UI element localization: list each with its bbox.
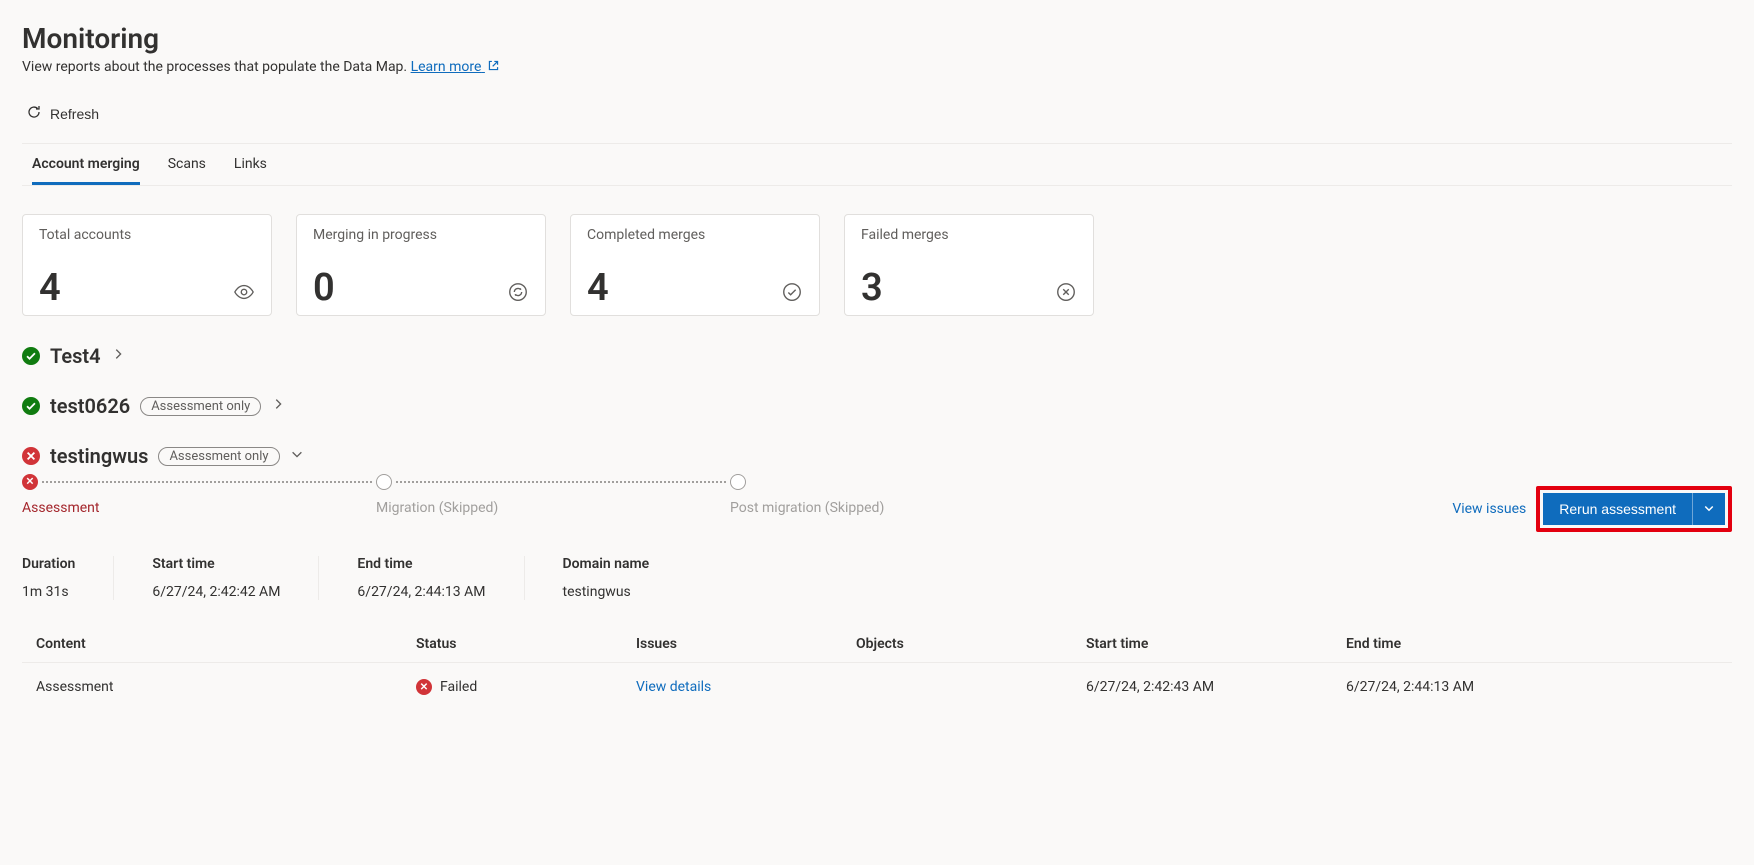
col-status[interactable]: Status	[416, 636, 636, 652]
step-post-migration: Post migration (Skipped)	[730, 474, 884, 516]
chevron-down-icon	[290, 447, 304, 465]
step-migration: Migration (Skipped)	[376, 474, 730, 516]
col-end-time[interactable]: End time	[1346, 636, 1718, 652]
card-completed-merges[interactable]: Completed merges 4	[570, 214, 820, 316]
duration-value: 1m 31s	[22, 584, 75, 600]
col-content[interactable]: Content	[36, 636, 416, 652]
card-value: 4	[39, 269, 61, 307]
table-row: Assessment ✕ Failed View details 6/27/24…	[22, 663, 1732, 705]
accounts-list: Test4 test0626 Assessment only testingwu…	[22, 344, 1732, 705]
card-label: Merging in progress	[313, 227, 529, 243]
card-value: 0	[313, 269, 335, 307]
step-connector	[396, 481, 726, 483]
card-value: 4	[587, 269, 609, 307]
end-time-label: End time	[357, 556, 485, 572]
start-time-value: 6/27/24, 2:42:42 AM	[152, 584, 280, 600]
card-label: Completed merges	[587, 227, 803, 243]
page-title: Monitoring	[22, 22, 1732, 55]
detail-summary-grid: Duration 1m 31s Start time 6/27/24, 2:42…	[22, 556, 1732, 600]
error-icon: ✕	[416, 679, 432, 695]
detail-table: Content Status Issues Objects Start time…	[22, 626, 1732, 705]
col-start-time[interactable]: Start time	[1086, 636, 1346, 652]
sync-icon	[507, 281, 529, 307]
duration-label: Duration	[22, 556, 75, 572]
success-icon	[22, 347, 40, 365]
cell-start-time: 6/27/24, 2:42:43 AM	[1086, 679, 1346, 695]
card-value: 3	[861, 269, 883, 307]
card-label: Total accounts	[39, 227, 255, 243]
domain-name-label: Domain name	[563, 556, 650, 572]
subtitle-text: View reports about the processes that po…	[22, 59, 411, 75]
account-row-test0626[interactable]: test0626 Assessment only	[22, 394, 1732, 418]
col-issues[interactable]: Issues	[636, 636, 856, 652]
error-icon	[22, 447, 40, 465]
step-label: Post migration (Skipped)	[730, 500, 884, 516]
end-time-value: 6/27/24, 2:44:13 AM	[357, 584, 485, 600]
account-row-testingwus[interactable]: testingwus Assessment only	[22, 444, 1732, 468]
cell-status: ✕ Failed	[416, 679, 636, 695]
chevron-right-icon	[111, 347, 125, 365]
step-connector	[42, 481, 372, 483]
action-bar: View issues Rerun assessment	[1452, 474, 1732, 532]
refresh-label: Refresh	[50, 106, 99, 122]
eye-icon	[233, 281, 255, 307]
chevron-right-icon	[271, 397, 285, 415]
step-dot-icon	[730, 474, 746, 490]
rerun-assessment-button[interactable]: Rerun assessment	[1543, 493, 1693, 525]
tab-bar: Account merging Scans Links	[22, 144, 1732, 186]
refresh-button[interactable]: Refresh	[22, 98, 103, 129]
rerun-assessment-split-button: Rerun assessment	[1543, 493, 1725, 525]
step-dot-error-icon	[22, 474, 38, 490]
table-header-row: Content Status Issues Objects Start time…	[22, 626, 1732, 663]
cell-end-time: 6/27/24, 2:44:13 AM	[1346, 679, 1718, 695]
check-circle-icon	[781, 281, 803, 307]
progress-steps: Assessment Migration (Skipped) Post	[22, 474, 884, 516]
col-objects[interactable]: Objects	[856, 636, 1086, 652]
account-row-test4[interactable]: Test4	[22, 344, 1732, 368]
step-label: Assessment	[22, 500, 99, 516]
refresh-icon	[26, 104, 42, 123]
tab-links[interactable]: Links	[234, 144, 267, 185]
cell-content: Assessment	[36, 679, 416, 695]
account-name: test0626	[50, 394, 130, 418]
tab-scans[interactable]: Scans	[168, 144, 206, 185]
start-time-label: Start time	[152, 556, 280, 572]
success-icon	[22, 397, 40, 415]
progress-stepper-row: Assessment Migration (Skipped) Post	[22, 474, 1732, 532]
status-text: Failed	[440, 679, 477, 695]
assessment-only-badge: Assessment only	[140, 397, 261, 416]
page-subtitle: View reports about the processes that po…	[22, 59, 1732, 76]
card-merging-in-progress[interactable]: Merging in progress 0	[296, 214, 546, 316]
card-failed-merges[interactable]: Failed merges 3	[844, 214, 1094, 316]
view-details-link[interactable]: View details	[636, 679, 711, 695]
step-assessment: Assessment	[22, 474, 376, 516]
expanded-account-detail: Assessment Migration (Skipped) Post	[22, 474, 1732, 705]
account-name: Test4	[50, 344, 101, 368]
tab-account-merging[interactable]: Account merging	[32, 144, 140, 185]
view-issues-link[interactable]: View issues	[1452, 501, 1526, 517]
card-label: Failed merges	[861, 227, 1077, 243]
learn-more-link[interactable]: Learn more	[411, 59, 500, 75]
command-bar: Refresh	[22, 98, 1732, 144]
card-total-accounts[interactable]: Total accounts 4	[22, 214, 272, 316]
assessment-only-badge: Assessment only	[158, 447, 279, 466]
x-circle-icon	[1055, 281, 1077, 307]
domain-name-value: testingwus	[563, 584, 650, 600]
summary-cards: Total accounts 4 Merging in progress 0 C…	[22, 214, 1732, 316]
external-link-icon	[487, 59, 500, 76]
account-name: testingwus	[50, 444, 148, 468]
chevron-down-icon	[1703, 501, 1715, 517]
step-dot-icon	[376, 474, 392, 490]
step-label: Migration (Skipped)	[376, 500, 498, 516]
highlight-annotation: Rerun assessment	[1536, 486, 1732, 532]
rerun-assessment-dropdown-button[interactable]	[1693, 493, 1725, 525]
